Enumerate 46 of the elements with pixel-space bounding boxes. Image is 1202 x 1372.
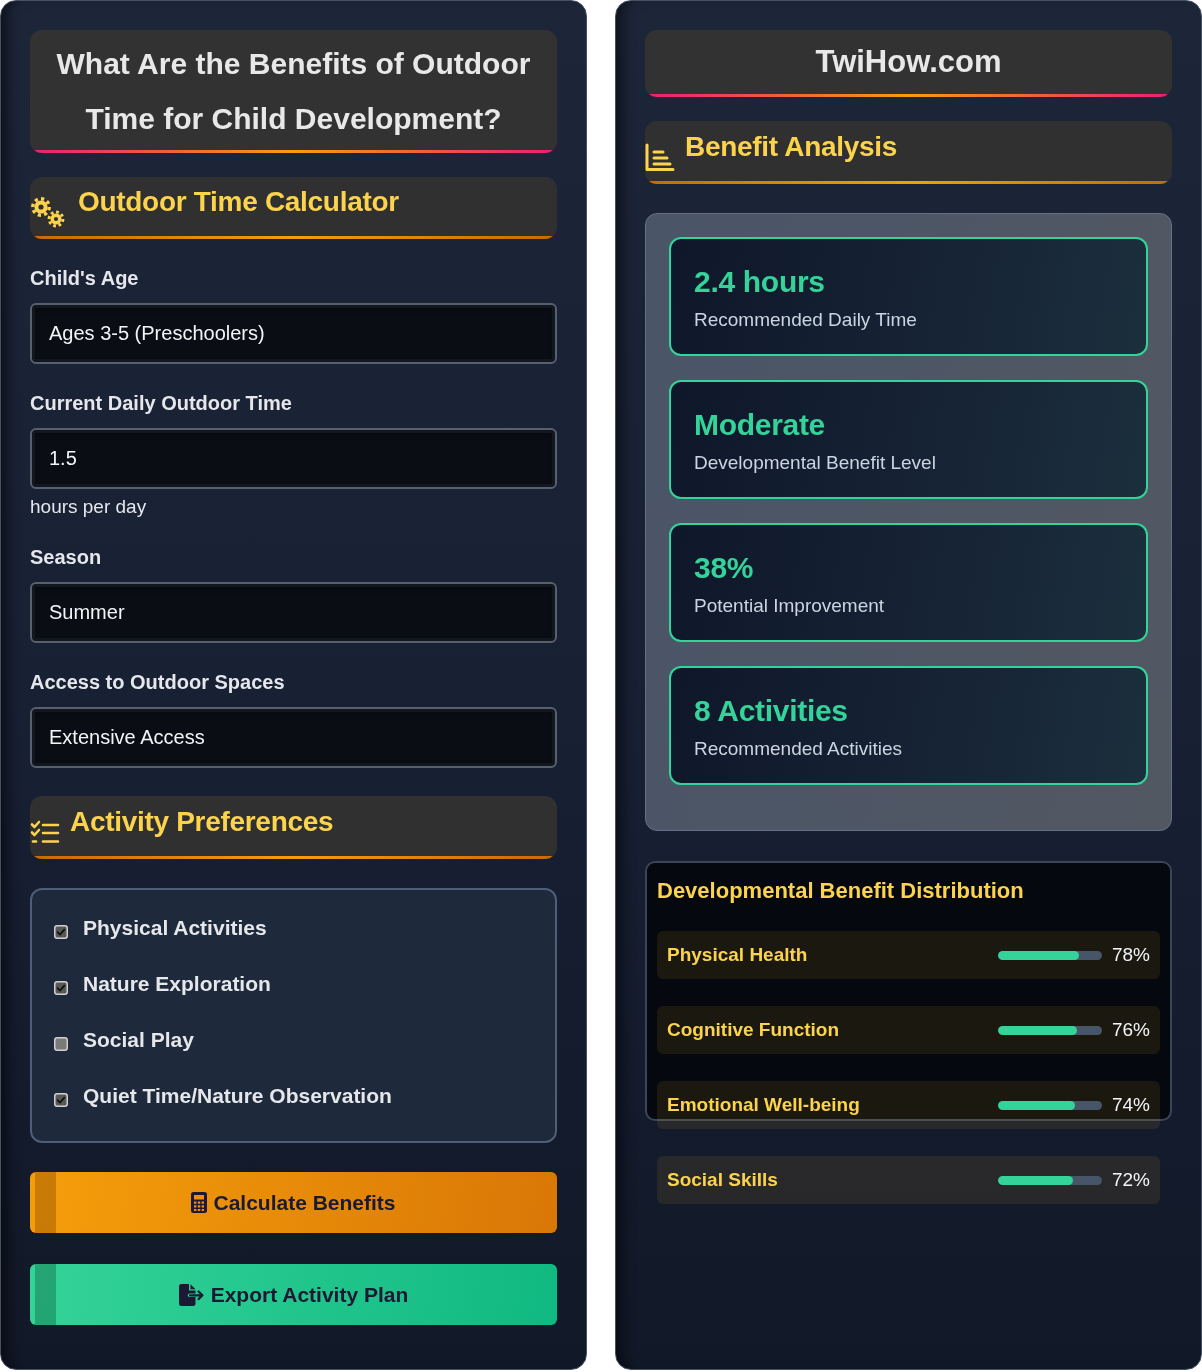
input-field[interactable]: Ages 3-5 (Preschoolers) bbox=[30, 303, 557, 364]
checkbox-label[interactable]: Quiet Time/Nature Observation bbox=[83, 1083, 392, 1109]
result-value: 2.4 hours bbox=[694, 264, 826, 300]
page-title: What Are the Benefits of Outdoor Time for Child Development? bbox=[30, 30, 557, 153]
field-label: Child's Age bbox=[30, 266, 140, 290]
bar-chart-icon bbox=[645, 143, 675, 172]
percent-label: 74% bbox=[1111, 1093, 1150, 1117]
section-title: Outdoor Time Calculator bbox=[78, 185, 399, 219]
checklist-icon bbox=[30, 819, 60, 846]
field-label: Season bbox=[30, 545, 103, 569]
gears-icon bbox=[30, 197, 66, 229]
checkbox-label[interactable]: Physical Activities bbox=[83, 915, 267, 941]
benefit-label: Social Skills bbox=[667, 1168, 779, 1192]
result-value: 38% bbox=[694, 550, 755, 586]
field-label: Current Daily Outdoor Time bbox=[30, 391, 293, 415]
benefit-label: Emotional Well-being bbox=[667, 1093, 861, 1117]
distribution-title: Developmental Benefit Distribution bbox=[657, 878, 1025, 904]
result-label: Potential Improvement bbox=[694, 594, 886, 618]
section-title: Benefit Analysis bbox=[685, 129, 897, 164]
result-label: Recommended Daily Time bbox=[694, 308, 918, 332]
percent-label: 76% bbox=[1111, 1018, 1150, 1042]
benefit-label: Cognitive Function bbox=[667, 1018, 841, 1042]
calculate-button[interactable]: Calculate Benefits bbox=[30, 1172, 557, 1233]
result-value: Moderate bbox=[694, 407, 826, 443]
checkbox[interactable] bbox=[54, 925, 68, 939]
file-export-icon bbox=[178, 1283, 205, 1306]
checkbox[interactable] bbox=[54, 1037, 68, 1051]
site-title: TwiHow.com bbox=[645, 30, 1172, 97]
result-label: Developmental Benefit Level bbox=[694, 451, 937, 475]
checkbox-label[interactable]: Social Play bbox=[83, 1027, 194, 1053]
checkbox[interactable] bbox=[54, 1093, 68, 1107]
input-field[interactable]: Summer bbox=[30, 582, 557, 643]
result-value: 8 Activities bbox=[694, 693, 849, 729]
checkbox[interactable] bbox=[54, 981, 68, 995]
calculator-icon bbox=[191, 1192, 208, 1213]
field-label: Access to Outdoor Spaces bbox=[30, 670, 286, 694]
section-title: Activity Preferences bbox=[70, 804, 334, 839]
field-hint: hours per day bbox=[30, 496, 148, 518]
checkbox-label[interactable]: Nature Exploration bbox=[83, 971, 271, 997]
input-field[interactable]: Extensive Access bbox=[30, 707, 557, 768]
input-field[interactable]: 1.5 bbox=[30, 428, 557, 489]
benefit-label: Physical Health bbox=[667, 943, 809, 967]
percent-label: 78% bbox=[1111, 943, 1150, 967]
percent-label: 72% bbox=[1111, 1168, 1150, 1192]
export-button[interactable]: Export Activity Plan bbox=[30, 1264, 557, 1325]
result-label: Recommended Activities bbox=[694, 737, 904, 761]
